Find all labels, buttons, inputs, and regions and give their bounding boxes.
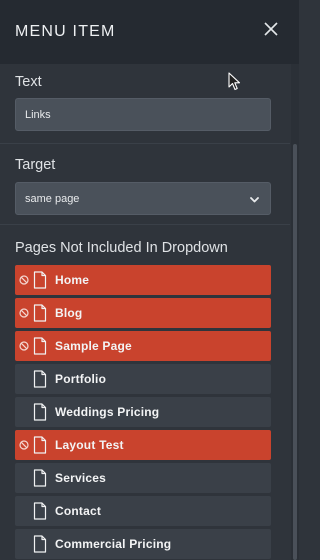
page-item-label: Sample Page — [55, 339, 132, 353]
page-item-label: Weddings Pricing — [55, 405, 160, 419]
page-item[interactable]: Blog — [15, 298, 271, 328]
panel-title: MENU ITEM — [15, 23, 116, 40]
page-icon — [33, 535, 47, 553]
page-item-label: Blog — [55, 306, 83, 320]
page-icon — [33, 370, 47, 388]
page-icon — [33, 271, 47, 289]
ban-icon — [19, 308, 29, 318]
page-icon — [33, 304, 47, 322]
page-icon — [33, 469, 47, 487]
target-select[interactable]: same page — [15, 182, 271, 215]
ban-icon — [19, 341, 29, 351]
page-item[interactable]: Contact — [15, 496, 271, 526]
ban-icon — [19, 440, 29, 450]
page-icon — [33, 403, 47, 421]
page-icon — [33, 436, 47, 454]
target-select-value: same page — [25, 192, 80, 205]
page-list: Home Blog Sample Page Portfolio Weddings Pri… — [15, 265, 271, 560]
text-section: Text Links — [0, 64, 290, 143]
page-item[interactable]: Weddings Pricing — [15, 397, 271, 427]
panel-header: MENU ITEM — [0, 0, 299, 64]
text-label: Text — [15, 74, 42, 90]
text-input[interactable]: Links — [15, 98, 271, 131]
mouse-cursor-icon — [228, 72, 241, 91]
page-item[interactable]: Commercial Pricing — [15, 529, 271, 559]
page-item-label: Contact — [55, 504, 102, 518]
page-item[interactable]: Sample Page — [15, 331, 271, 361]
text-input-value: Links — [25, 108, 51, 121]
page-item-label: Commercial Pricing — [55, 537, 172, 551]
page-item-label: Home — [55, 273, 90, 287]
target-label: Target — [15, 157, 56, 173]
page-icon — [33, 337, 47, 355]
page-icon — [33, 502, 47, 520]
target-section: Target same page — [0, 144, 290, 224]
page-item[interactable]: Home — [15, 265, 271, 295]
close-icon[interactable] — [263, 21, 279, 37]
page-item-label: Portfolio — [55, 372, 107, 386]
chevron-down-icon — [250, 197, 259, 203]
page-item-label: Services — [55, 471, 106, 485]
page-item[interactable]: Portfolio — [15, 364, 271, 394]
ban-icon — [19, 275, 29, 285]
divider — [0, 224, 290, 225]
scrollbar-thumb[interactable] — [293, 144, 297, 560]
page-item-label: Layout Test — [55, 438, 124, 452]
page-item[interactable]: Services — [15, 463, 271, 493]
page-item[interactable]: Layout Test — [15, 430, 271, 460]
pages-label: Pages Not Included In Dropdown — [15, 240, 228, 256]
